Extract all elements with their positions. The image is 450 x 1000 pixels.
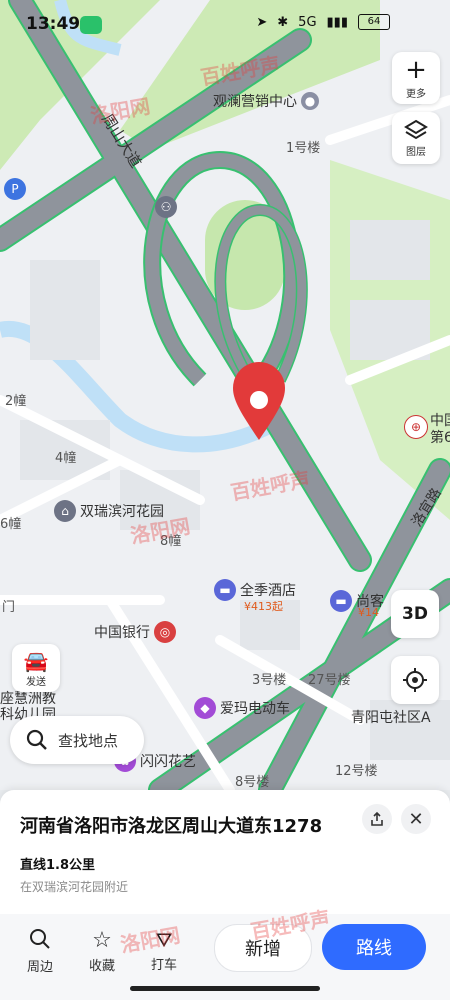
share-icon [371, 811, 383, 826]
favorite-label: 收藏 [88, 959, 115, 974]
status-bar: 13:49 ➤ ✱ 5G ▮▮▮ 64 [0, 0, 450, 48]
locate-button[interactable] [391, 656, 439, 704]
poi-guanlan[interactable]: 观澜营销中心 ● [213, 91, 319, 111]
landmark-icon: ⊕ [404, 415, 428, 439]
building-3: 3号楼 [252, 673, 287, 688]
search-icon [30, 929, 50, 949]
distance-text: 直线1.8公里 [20, 858, 96, 873]
poi-bank[interactable]: 中国银行 ◎ [94, 621, 176, 643]
star-icon: ☆ [92, 928, 112, 953]
hotel-icon: ▬ [214, 579, 236, 601]
building-4: 4幢 [55, 451, 77, 466]
more-button[interactable]: + 更多 [392, 52, 440, 104]
search-placeholder: 查找地点 [58, 731, 119, 750]
poi-aima-label: 爱玛电动车 [220, 701, 290, 717]
building-8lou: 8号楼 [235, 775, 270, 790]
map-view[interactable]: 周山大道 洛宜路 观澜营销中心 ● 1号楼 ⌂ 双瑞滨河花园 2幢 4幢 8幢 … [0, 0, 450, 790]
send-label: 发送 [26, 676, 46, 688]
status-time: 13:49 [26, 14, 81, 34]
home-indicator[interactable] [130, 986, 320, 991]
close-button[interactable]: ✕ [401, 804, 431, 834]
poi-aima[interactable]: ◆ 爱玛电动车 [194, 697, 290, 719]
residential-icon: ⌂ [54, 500, 76, 522]
poi-quanji-price: ¥413起 [244, 600, 283, 613]
poi-shanshan-label: 闪闪花艺 [140, 754, 196, 770]
building-6: 6幢 [0, 517, 22, 532]
poi-pin-icon: ● [301, 92, 319, 110]
share-button[interactable] [362, 804, 392, 834]
bluetooth-icon: ✱ [277, 14, 289, 30]
location-sheet: 河南省洛阳市洛龙区周山大道东1278 ✕ 直线1.8公里 在双瑞滨河花园附近 周… [0, 790, 450, 1000]
nearby-text: 在双瑞滨河花园附近 [20, 880, 129, 894]
poi-quanji-label: 全季酒店 [240, 583, 296, 599]
search-bar[interactable]: 查找地点 [10, 716, 144, 764]
send-button[interactable]: 🚘 发送 [12, 644, 60, 692]
plus-icon: + [405, 54, 427, 85]
poi-zhongguo-2: 第6 [430, 430, 450, 446]
taxi-label: 打车 [150, 958, 177, 973]
car-icon: 🚘 [23, 648, 49, 673]
nearby-button[interactable]: 周边 [15, 928, 65, 975]
building-2: 2幢 [5, 394, 27, 409]
poi-shangke-price: ¥14 [358, 606, 379, 619]
address-title: 河南省洛阳市洛龙区周山大道东1278 [20, 816, 323, 837]
poi-qingyang: 青阳屯社区A [351, 710, 431, 726]
search-icon [26, 729, 47, 750]
restroom-icon[interactable]: ⚇ [155, 196, 177, 218]
building-12: 12号楼 [335, 764, 378, 779]
wechat-icon [80, 16, 102, 34]
network-label: 5G [298, 14, 317, 30]
layers-label: 图层 [406, 146, 426, 158]
poi-bank-label: 中国银行 [94, 625, 150, 641]
more-label: 更多 [406, 88, 426, 100]
map-canvas[interactable] [0, 0, 450, 790]
locate-icon [403, 668, 427, 692]
poi-guanlan-label: 观澜营销中心 [213, 94, 297, 110]
building-27: 27号楼 [308, 673, 351, 688]
nearby-label: 周边 [26, 960, 53, 975]
battery-icon: 64 [358, 14, 390, 30]
system-icons: ➤ ✱ 5G ▮▮▮ 64 [256, 14, 390, 30]
layers-button[interactable]: 图层 [392, 112, 440, 164]
parking-icon[interactable]: P [4, 178, 26, 200]
3d-button[interactable]: 3D [391, 590, 439, 638]
location-arrow-icon: ➤ [256, 14, 268, 30]
route-button[interactable]: 路线 [322, 924, 426, 970]
building-1: 1号楼 [286, 141, 321, 156]
close-icon: ✕ [408, 808, 424, 830]
shop-icon: ◆ [194, 697, 216, 719]
building-men: 门 [2, 600, 16, 615]
3d-label: 3D [402, 604, 428, 624]
layers-icon [404, 119, 428, 139]
hotel-icon: ▬ [330, 590, 352, 612]
bank-icon: ◎ [154, 621, 176, 643]
signal-icon: ▮▮▮ [326, 14, 348, 30]
